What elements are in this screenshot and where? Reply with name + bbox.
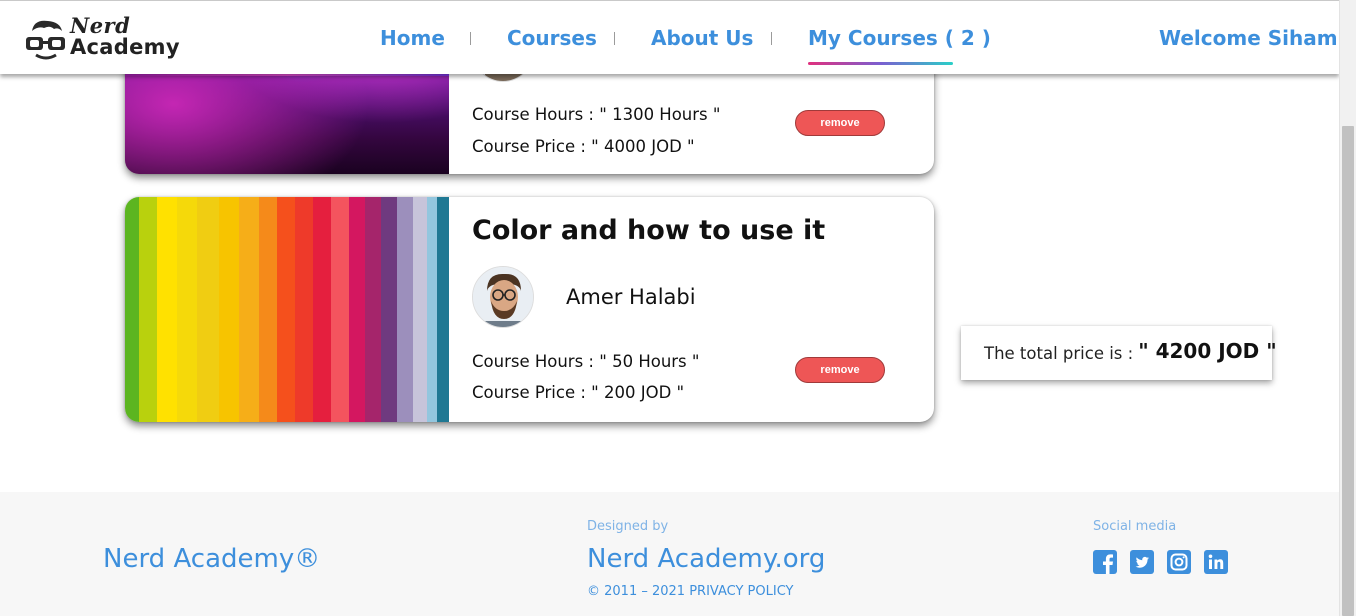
nav-my-courses[interactable]: My Courses ( 2 ) [808,26,991,50]
footer-brand[interactable]: Nerd Academy® [103,544,320,574]
remove-course-button[interactable]: remove [795,357,885,383]
vertical-scrollbar[interactable] [1339,0,1356,616]
social-links [1093,550,1228,574]
instagram-icon[interactable] [1167,550,1191,574]
nav-divider [614,32,615,45]
course-card: Color and how to use it Amer Halabi Cour… [125,197,934,422]
linkedin-icon[interactable] [1204,550,1228,574]
nav-divider [470,32,471,45]
nav-divider [771,32,772,45]
site-header: Nerd Academy Home Courses About Us My Co… [0,0,1339,74]
total-price-value: " 4200 JOD " [1138,339,1277,363]
total-price-label: The total price is : [984,343,1134,363]
social-media-label: Social media [1093,519,1177,534]
course-hours: Course Hours : " 50 Hours " [472,352,700,371]
footer-site-link[interactable]: Nerd Academy.org [587,544,825,574]
instructor-avatar [472,266,534,328]
course-hours: Course Hours : " 1300 Hours " [472,105,721,124]
main-nav: Home Courses About Us My Courses ( 2 ) W… [0,1,1339,75]
nav-about-us[interactable]: About Us [651,26,753,50]
facebook-icon[interactable] [1093,550,1117,574]
course-thumbnail-color-swatches [125,197,449,422]
scrollbar-thumb[interactable] [1342,126,1354,616]
welcome-user-link[interactable]: Welcome Siham [1159,26,1338,50]
course-price: Course Price : " 4000 JOD " [472,137,695,156]
course-title: Color and how to use it [472,215,826,246]
total-price-box: The total price is : " 4200 JOD " [961,326,1277,380]
nav-courses[interactable]: Courses [507,26,597,50]
privacy-policy-link[interactable]: © 2011 – 2021 PRIVACY POLICY [587,584,794,599]
twitter-icon[interactable] [1130,550,1154,574]
instructor-name: Amer Halabi [566,285,696,309]
course-price: Course Price : " 200 JOD " [472,383,685,402]
designed-by-label: Designed by [587,519,669,534]
nav-home[interactable]: Home [380,26,445,50]
remove-course-button[interactable]: remove [795,110,885,136]
site-footer: Nerd Academy® Designed by Nerd Academy.o… [0,492,1339,616]
active-nav-underline [808,62,953,65]
